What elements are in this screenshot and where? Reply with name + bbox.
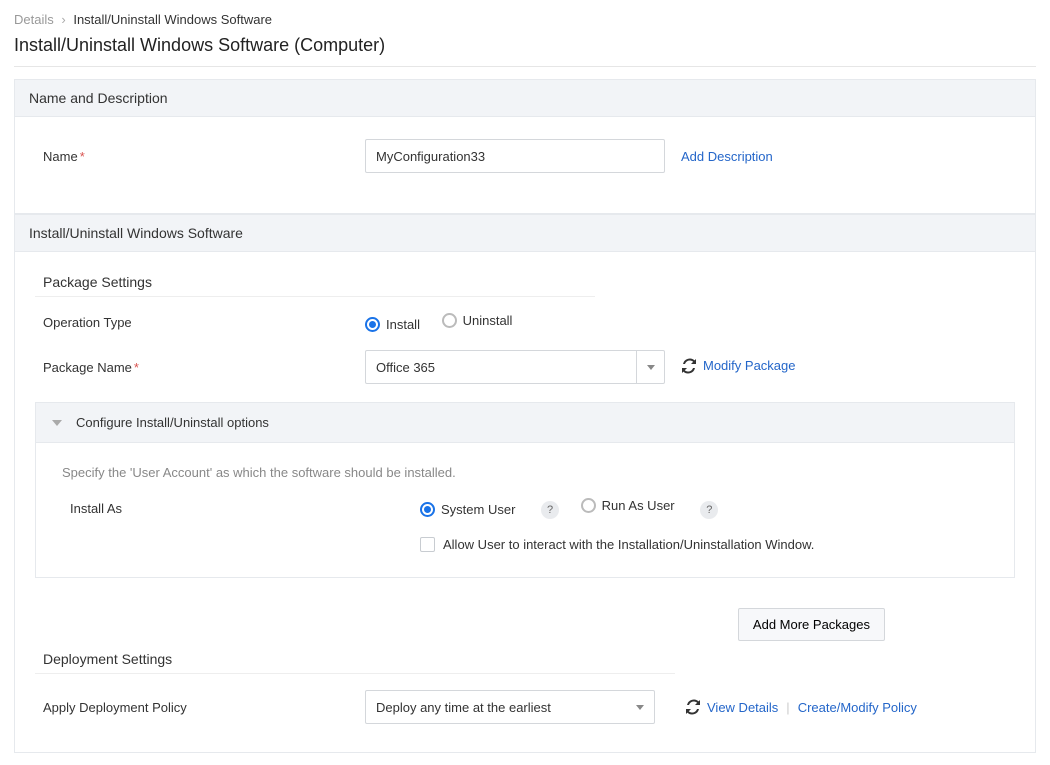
radio-system-user-label: System User <box>441 502 515 517</box>
refresh-icon[interactable] <box>685 699 701 715</box>
separator: | <box>778 700 797 715</box>
create-modify-policy-link[interactable]: Create/Modify Policy <box>798 700 917 715</box>
package-name-label: Package Name* <box>35 360 365 375</box>
radio-dot-icon <box>581 498 596 513</box>
radio-uninstall-label: Uninstall <box>463 313 513 328</box>
name-label: Name* <box>35 149 365 164</box>
configure-options-hint: Specify the 'User Account' as which the … <box>62 465 988 480</box>
name-input[interactable] <box>365 139 665 173</box>
breadcrumb-current: Install/Uninstall Windows Software <box>73 12 272 27</box>
package-settings-heading: Package Settings <box>35 274 595 297</box>
add-more-packages-button[interactable]: Add More Packages <box>738 608 885 641</box>
radio-dot-icon <box>365 317 380 332</box>
package-name-value: Office 365 <box>376 360 435 375</box>
breadcrumb-parent[interactable]: Details <box>14 12 54 27</box>
add-description-link[interactable]: Add Description <box>681 149 773 164</box>
radio-dot-icon <box>420 502 435 517</box>
chevron-right-icon: › <box>57 12 69 27</box>
caret-down-icon <box>52 420 62 426</box>
configure-options-heading: Configure Install/Uninstall options <box>76 415 269 430</box>
radio-install[interactable]: Install <box>365 317 420 332</box>
breadcrumb: Details › Install/Uninstall Windows Soft… <box>14 12 1036 27</box>
checkbox-allow-interact[interactable]: Allow User to interact with the Installa… <box>420 537 814 552</box>
deployment-settings-heading: Deployment Settings <box>35 651 675 674</box>
radio-install-label: Install <box>386 317 420 332</box>
radio-run-as-user-label: Run As User <box>602 498 675 513</box>
deployment-policy-select[interactable]: Deploy any time at the earliest <box>365 690 655 724</box>
radio-uninstall[interactable]: Uninstall <box>442 313 513 328</box>
configure-options-panel: Configure Install/Uninstall options Spec… <box>35 402 1015 578</box>
checkbox-box-icon <box>420 537 435 552</box>
radio-run-as-user[interactable]: Run As User <box>581 498 675 513</box>
deployment-policy-value: Deploy any time at the earliest <box>376 700 551 715</box>
radio-system-user[interactable]: System User <box>420 502 515 517</box>
view-details-link[interactable]: View Details <box>707 700 778 715</box>
checkbox-allow-interact-label: Allow User to interact with the Installa… <box>443 537 814 552</box>
caret-down-icon <box>636 705 644 710</box>
section-name-and-description-header: Name and Description <box>14 79 1036 117</box>
operation-type-label: Operation Type <box>35 315 365 330</box>
caret-down-icon <box>647 365 655 370</box>
configure-options-toggle[interactable]: Configure Install/Uninstall options <box>36 403 1014 443</box>
help-system-user[interactable]: ? <box>541 501 559 519</box>
modify-package-link[interactable]: Modify Package <box>681 358 796 374</box>
help-run-as-user[interactable]: ? <box>700 501 718 519</box>
radio-dot-icon <box>442 313 457 328</box>
install-as-label: Install As <box>62 501 420 516</box>
apply-deployment-policy-label: Apply Deployment Policy <box>35 700 365 715</box>
package-name-select[interactable]: Office 365 <box>365 350 637 384</box>
divider <box>14 66 1036 67</box>
section-software-header: Install/Uninstall Windows Software <box>14 214 1036 252</box>
section-software-body: Package Settings Operation Type Install … <box>14 252 1036 753</box>
page-title: Install/Uninstall Windows Software (Comp… <box>14 35 1036 56</box>
refresh-icon <box>681 358 697 374</box>
package-name-caret[interactable] <box>637 350 665 384</box>
section-name-and-description-body: Name* Add Description <box>14 117 1036 214</box>
